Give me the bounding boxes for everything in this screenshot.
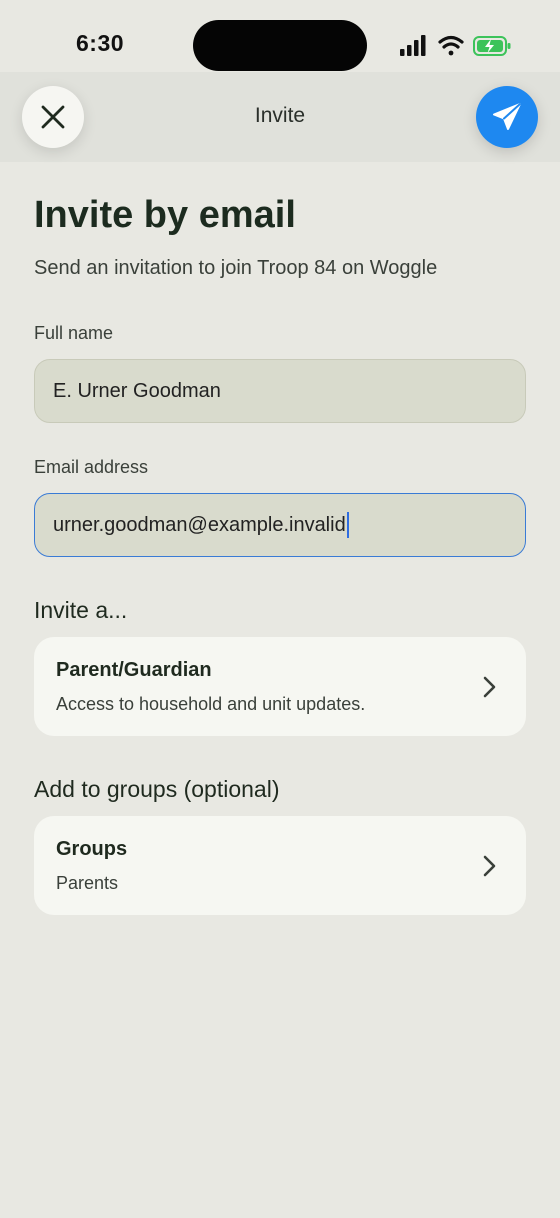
email-label: Email address: [34, 457, 149, 477]
groups-value: Parents: [56, 873, 119, 893]
invite-role-selector[interactable]: Parent/Guardian Access to household and …: [34, 637, 526, 736]
email-value: urner.goodman@example.invalid: [53, 513, 346, 536]
groups-heading: Add to groups (optional): [34, 776, 280, 802]
nav-bar: Invite: [0, 72, 560, 162]
invite-role-heading: Invite a...: [34, 597, 128, 623]
page-subtitle: Send an invitation to join Troop 84 on W…: [34, 257, 438, 279]
full-name-input[interactable]: E. Urner Goodman: [34, 359, 526, 423]
dynamic-island: [193, 20, 367, 71]
chevron-right-icon: [483, 855, 496, 877]
status-icons: [400, 35, 511, 56]
invite-role-title: Parent/Guardian: [56, 659, 212, 681]
groups-title: Groups: [56, 838, 128, 860]
wifi-icon: [438, 35, 464, 56]
send-invite-button[interactable]: [476, 86, 538, 148]
status-time: 6:30: [76, 30, 125, 56]
cellular-signal-icon: [400, 35, 426, 56]
full-name-label: Full name: [34, 323, 114, 343]
invite-form: Invite by email Send an invitation to jo…: [34, 190, 526, 915]
full-name-value: E. Urner Goodman: [53, 379, 221, 402]
page-title: Invite by email: [34, 194, 296, 236]
groups-selector[interactable]: Groups Parents: [34, 816, 526, 915]
paper-plane-icon: [493, 103, 521, 130]
battery-charging-icon: [473, 36, 511, 56]
chevron-right-icon: [483, 676, 496, 698]
text-caret: [346, 512, 349, 538]
invite-role-description: Access to household and unit updates.: [56, 694, 366, 714]
email-input[interactable]: urner.goodman@example.invalid: [34, 493, 526, 557]
